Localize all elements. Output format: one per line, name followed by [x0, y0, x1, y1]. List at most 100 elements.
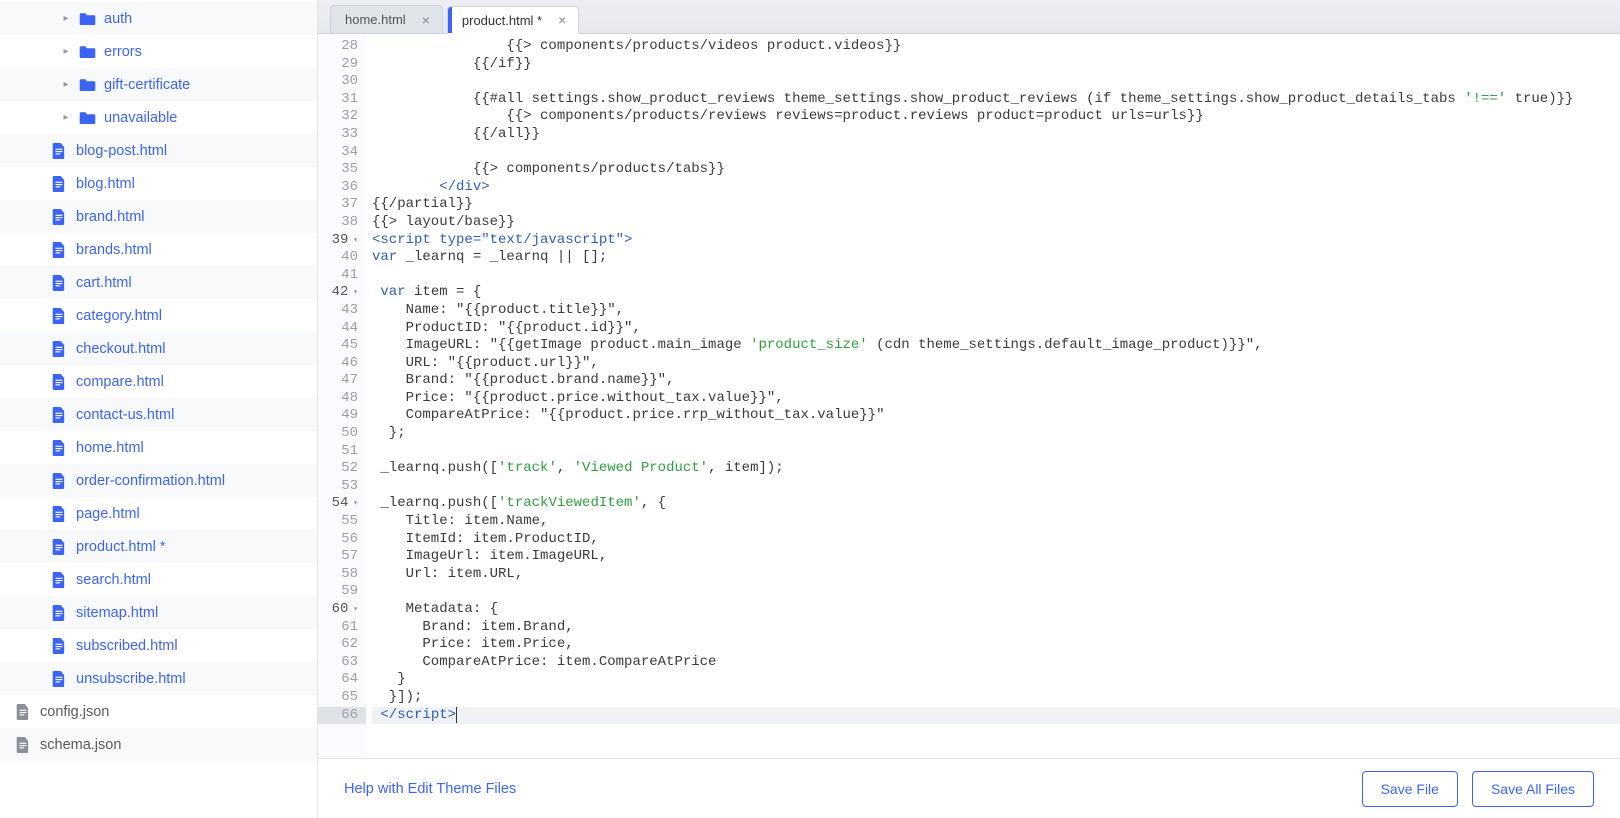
save-file-button[interactable]: Save File [1362, 771, 1458, 807]
chevron-right-icon: ▸ [60, 46, 72, 57]
help-link[interactable]: Help with Edit Theme Files [344, 781, 516, 797]
code-line[interactable]: Url: item.URL, [372, 566, 1620, 584]
file-icon [50, 440, 68, 456]
file-icon [50, 341, 68, 357]
file-item[interactable]: search.html [0, 563, 317, 596]
code-line[interactable]: ProductID: "{{product.id}}", [372, 320, 1620, 338]
file-item[interactable]: home.html [0, 431, 317, 464]
code-line[interactable]: Name: "{{product.title}}", [372, 302, 1620, 320]
code-line[interactable]: Brand: item.Brand, [372, 619, 1620, 637]
file-item[interactable]: sitemap.html [0, 596, 317, 629]
line-number: 49 [318, 407, 358, 425]
code-line[interactable]: {{> layout/base}} [372, 214, 1620, 232]
close-icon[interactable]: × [556, 13, 568, 27]
code-line[interactable]: CompareAtPrice: item.CompareAtPrice [372, 654, 1620, 672]
file-item[interactable]: category.html [0, 299, 317, 332]
file-icon [50, 473, 68, 489]
code-line[interactable]: {{/partial}} [372, 196, 1620, 214]
code-line[interactable]: Price: item.Price, [372, 636, 1620, 654]
code-editor[interactable]: 2829303132333435363738394041424344454647… [318, 34, 1620, 758]
code-line[interactable]: Metadata: { [372, 601, 1620, 619]
code-line[interactable]: Brand: "{{product.brand.name}}", [372, 372, 1620, 390]
file-tree-sidebar: ▸ auth ▸ errors ▸ gift-certificate ▸ una… [0, 0, 318, 818]
file-item[interactable]: compare.html [0, 365, 317, 398]
file-item[interactable]: page.html [0, 497, 317, 530]
line-number: 39 [318, 232, 358, 250]
editor-code-area[interactable]: {{> components/products/videos product.v… [366, 34, 1620, 758]
file-label: sitemap.html [76, 605, 158, 621]
folder-label: auth [104, 11, 132, 27]
file-item[interactable]: unsubscribe.html [0, 662, 317, 695]
code-line[interactable] [372, 144, 1620, 162]
code-line[interactable]: {{> components/products/reviews reviews=… [372, 108, 1620, 126]
folder-item[interactable]: ▸ errors [0, 35, 317, 68]
file-icon [50, 605, 68, 621]
code-line[interactable]: </script> [372, 707, 1620, 725]
code-line[interactable] [372, 583, 1620, 601]
line-number: 54 [318, 495, 358, 513]
line-number: 37 [318, 196, 358, 214]
file-item[interactable]: contact-us.html [0, 398, 317, 431]
code-line[interactable]: {{> components/products/videos product.v… [372, 38, 1620, 56]
folder-label: unavailable [104, 110, 177, 126]
code-line[interactable]: CompareAtPrice: "{{product.price.rrp_wit… [372, 407, 1620, 425]
code-line[interactable]: }]); [372, 689, 1620, 707]
code-line[interactable]: }; [372, 425, 1620, 443]
code-line[interactable]: {{> components/products/tabs}} [372, 161, 1620, 179]
folder-item[interactable]: ▸ gift-certificate [0, 68, 317, 101]
file-item[interactable]: subscribed.html [0, 629, 317, 662]
code-line[interactable]: URL: "{{product.url}}", [372, 355, 1620, 373]
code-line[interactable]: Title: item.Name, [372, 513, 1620, 531]
line-number: 31 [318, 91, 358, 109]
file-item[interactable]: schema.json [0, 728, 317, 761]
line-number: 35 [318, 161, 358, 179]
file-item[interactable]: blog.html [0, 167, 317, 200]
folder-item[interactable]: ▸ unavailable [0, 101, 317, 134]
code-line[interactable] [372, 443, 1620, 461]
line-number: 43 [318, 302, 358, 320]
file-item[interactable]: config.json [0, 695, 317, 728]
code-line[interactable]: ItemId: item.ProductID, [372, 531, 1620, 549]
line-number: 47 [318, 372, 358, 390]
file-item[interactable]: order-confirmation.html [0, 464, 317, 497]
code-line[interactable]: </div> [372, 179, 1620, 197]
file-item[interactable]: brand.html [0, 200, 317, 233]
code-line[interactable]: {{/if}} [372, 56, 1620, 74]
code-line[interactable] [372, 478, 1620, 496]
file-item[interactable]: cart.html [0, 266, 317, 299]
chevron-right-icon: ▸ [60, 13, 72, 24]
editor-tab[interactable]: product.html *× [447, 6, 579, 34]
save-all-files-button[interactable]: Save All Files [1472, 771, 1594, 807]
code-line[interactable] [372, 267, 1620, 285]
code-line[interactable]: {{/all}} [372, 126, 1620, 144]
file-item[interactable]: checkout.html [0, 332, 317, 365]
line-number: 46 [318, 355, 358, 373]
code-line[interactable]: var item = { [372, 284, 1620, 302]
line-number: 65 [318, 689, 358, 707]
code-line[interactable]: _learnq.push(['trackViewedItem', { [372, 495, 1620, 513]
code-line[interactable]: Price: "{{product.price.without_tax.valu… [372, 390, 1620, 408]
editor-tab[interactable]: home.html× [330, 5, 443, 33]
file-label: blog.html [76, 176, 135, 192]
line-number: 58 [318, 566, 358, 584]
code-line[interactable]: _learnq.push(['track', 'Viewed Product',… [372, 460, 1620, 478]
file-icon [50, 143, 68, 159]
line-number: 42 [318, 284, 358, 302]
main-area: home.html×product.html *× 28293031323334… [318, 0, 1620, 818]
code-line[interactable]: } [372, 671, 1620, 689]
code-line[interactable]: <script type="text/javascript"> [372, 232, 1620, 250]
file-item[interactable]: product.html * [0, 530, 317, 563]
code-line[interactable] [372, 73, 1620, 91]
code-line[interactable]: {{#all settings.show_product_reviews the… [372, 91, 1620, 109]
folder-icon [78, 78, 96, 91]
close-icon[interactable]: × [420, 13, 432, 27]
file-item[interactable]: blog-post.html [0, 134, 317, 167]
code-line[interactable]: ImageUrl: item.ImageURL, [372, 548, 1620, 566]
folder-item[interactable]: ▸ auth [0, 2, 317, 35]
code-line[interactable]: var _learnq = _learnq || []; [372, 249, 1620, 267]
code-line[interactable]: ImageURL: "{{getImage product.main_image… [372, 337, 1620, 355]
file-item[interactable]: brands.html [0, 233, 317, 266]
file-label: search.html [76, 572, 151, 588]
line-number: 36 [318, 179, 358, 197]
chevron-right-icon: ▸ [60, 79, 72, 90]
